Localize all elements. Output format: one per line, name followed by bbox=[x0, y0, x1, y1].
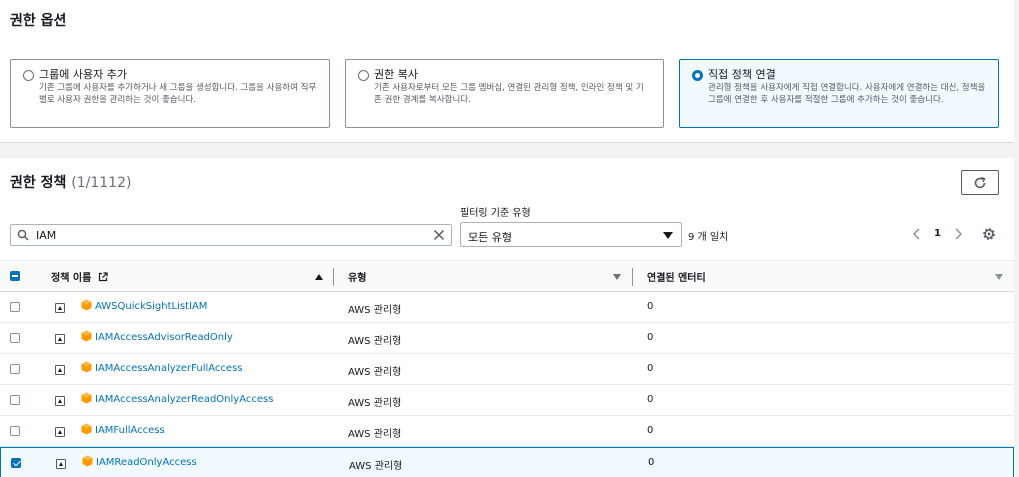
policy-type: AWS 관리형 bbox=[348, 429, 402, 440]
policy-name-link[interactable]: IAMAccessAdvisorReadOnly bbox=[95, 332, 233, 343]
option-copy-permissions[interactable]: 권한 복사 기존 사용자로부터 모든 그룹 멤버십, 연결된 관리형 정책, 인… bbox=[345, 59, 664, 128]
radio-button-selected[interactable] bbox=[692, 70, 703, 81]
option-add-user-to-group[interactable]: 그룹에 사용자 추가 기존 그룹에 사용자를 추가하거나 새 그룹을 생성합니다… bbox=[10, 59, 330, 128]
policy-name-link[interactable]: IAMReadOnlyAccess bbox=[96, 457, 197, 468]
row-checkbox[interactable] bbox=[10, 395, 20, 405]
gear-icon[interactable] bbox=[981, 226, 997, 242]
policy-name-link[interactable]: IAMFullAccess bbox=[95, 425, 165, 436]
filter-type-select[interactable]: 모든 유형 bbox=[460, 222, 682, 247]
option-label: 그룹에 사용자 추가 bbox=[39, 68, 127, 81]
policies-count: (1/1112) bbox=[71, 175, 132, 191]
row-checkbox[interactable] bbox=[10, 333, 20, 343]
row-checkbox[interactable] bbox=[10, 426, 20, 436]
expand-icon[interactable] bbox=[55, 396, 65, 406]
permission-policies-panel: 권한 정책 (1/1112) IAM 필터링 기준 유형 모든 유형 9 개 일… bbox=[0, 158, 1014, 477]
table-row[interactable]: IAMAccessAnalyzerReadOnlyAccess AWS 관리형 … bbox=[0, 385, 1014, 416]
refresh-button[interactable] bbox=[961, 170, 999, 195]
expand-icon[interactable] bbox=[55, 365, 65, 375]
filter-label: 필터링 기준 유형 bbox=[460, 208, 531, 219]
chevron-right-icon[interactable] bbox=[952, 227, 964, 241]
policy-name-link[interactable]: IAMAccessAnalyzerReadOnlyAccess bbox=[95, 394, 273, 405]
table-row[interactable]: IAMAccessAdvisorReadOnly AWS 관리형 0 bbox=[0, 323, 1014, 354]
column-header-entities[interactable]: 연결된 엔터티 bbox=[647, 269, 706, 284]
expand-icon[interactable] bbox=[55, 334, 65, 344]
row-checkbox[interactable] bbox=[10, 302, 20, 312]
table-row[interactable]: IAMFullAccess AWS 관리형 0 bbox=[0, 416, 1014, 447]
caret-down-icon bbox=[663, 232, 673, 239]
policies-table: 정책 이름 유형 연결된 엔터티 AWSQuickSightListIAM AW… bbox=[0, 260, 1014, 477]
radio-button[interactable] bbox=[358, 70, 369, 81]
policy-icon bbox=[81, 299, 92, 311]
table-row[interactable]: IAMReadOnlyAccess AWS 관리형 0 bbox=[0, 447, 1014, 477]
policy-icon bbox=[81, 423, 92, 435]
chevron-left-icon[interactable] bbox=[911, 227, 923, 241]
row-checkbox[interactable] bbox=[10, 364, 20, 374]
expand-icon[interactable] bbox=[55, 427, 65, 437]
policy-name-link[interactable]: IAMAccessAnalyzerFullAccess bbox=[95, 363, 243, 374]
table-row[interactable]: IAMAccessAnalyzerFullAccess AWS 관리형 0 bbox=[0, 354, 1014, 385]
option-description: 관리형 정책을 사용자에게 직접 연결합니다. 사용자에게 연결하는 대신, 정… bbox=[708, 83, 986, 105]
policy-attached-entities: 0 bbox=[647, 363, 654, 374]
filter-selected-value: 모든 유형 bbox=[468, 231, 512, 244]
policy-attached-entities: 0 bbox=[647, 301, 654, 312]
row-checkbox[interactable] bbox=[11, 458, 21, 468]
sort-icon[interactable] bbox=[613, 274, 621, 280]
policy-type: AWS 관리형 bbox=[348, 398, 402, 409]
policy-search-input[interactable]: IAM bbox=[10, 224, 452, 246]
expand-icon[interactable] bbox=[56, 459, 66, 469]
table-header: 정책 이름 유형 연결된 엔터티 bbox=[0, 260, 1014, 292]
external-link-icon bbox=[98, 272, 108, 282]
policy-attached-entities: 0 bbox=[648, 457, 655, 468]
policy-icon bbox=[82, 455, 93, 467]
column-divider bbox=[333, 268, 334, 286]
radio-button[interactable] bbox=[23, 70, 34, 81]
policy-name-link[interactable]: AWSQuickSightListIAM bbox=[95, 301, 207, 312]
policy-type: AWS 관리형 bbox=[348, 367, 402, 378]
policy-type: AWS 관리형 bbox=[348, 336, 402, 347]
policy-attached-entities: 0 bbox=[647, 425, 654, 436]
option-description: 기존 사용자로부터 모든 그룹 멤버십, 연결된 관리형 정책, 인라인 정책 … bbox=[374, 83, 644, 105]
match-count: 9 개 일치 bbox=[688, 232, 729, 243]
search-icon bbox=[17, 229, 29, 241]
expand-icon[interactable] bbox=[55, 303, 65, 313]
search-value: IAM bbox=[36, 229, 57, 242]
option-attach-policies-directly[interactable]: 직접 정책 연결 관리형 정책을 사용자에게 직접 연결합니다. 사용자에게 연… bbox=[679, 59, 999, 128]
policy-icon bbox=[81, 330, 92, 342]
policy-type: AWS 관리형 bbox=[349, 461, 403, 472]
column-divider bbox=[632, 268, 633, 286]
close-icon[interactable] bbox=[432, 228, 446, 242]
sort-ascending-icon[interactable] bbox=[315, 274, 323, 280]
policy-attached-entities: 0 bbox=[647, 394, 654, 405]
pagination-current-page[interactable]: 1 bbox=[934, 228, 941, 239]
table-body: AWSQuickSightListIAM AWS 관리형 0 IAMAccess… bbox=[0, 292, 1014, 477]
column-header-name[interactable]: 정책 이름 bbox=[51, 269, 108, 284]
permission-options-title: 권한 옵션 bbox=[10, 13, 67, 29]
column-header-name-label: 정책 이름 bbox=[51, 273, 92, 284]
policy-type: AWS 관리형 bbox=[348, 305, 402, 316]
policy-icon bbox=[81, 361, 92, 373]
option-description: 기존 그룹에 사용자를 추가하거나 새 그룹을 생성합니다. 그룹을 사용하여 … bbox=[39, 83, 317, 105]
option-label: 직접 정책 연결 bbox=[708, 68, 776, 81]
refresh-icon bbox=[974, 176, 986, 188]
policies-title-text: 권한 정책 bbox=[10, 175, 67, 191]
policy-attached-entities: 0 bbox=[647, 332, 654, 343]
sort-icon[interactable] bbox=[995, 274, 1003, 280]
table-row[interactable]: AWSQuickSightListIAM AWS 관리형 0 bbox=[0, 292, 1014, 323]
select-all-checkbox[interactable] bbox=[10, 271, 20, 281]
option-label: 권한 복사 bbox=[374, 68, 418, 81]
permission-options-panel: 권한 옵션 그룹에 사용자 추가 기존 그룹에 사용자를 추가하거나 새 그룹을… bbox=[0, 0, 1014, 143]
policy-icon bbox=[81, 392, 92, 404]
column-header-type[interactable]: 유형 bbox=[348, 269, 366, 284]
policies-title: 권한 정책 (1/1112) bbox=[10, 172, 131, 192]
